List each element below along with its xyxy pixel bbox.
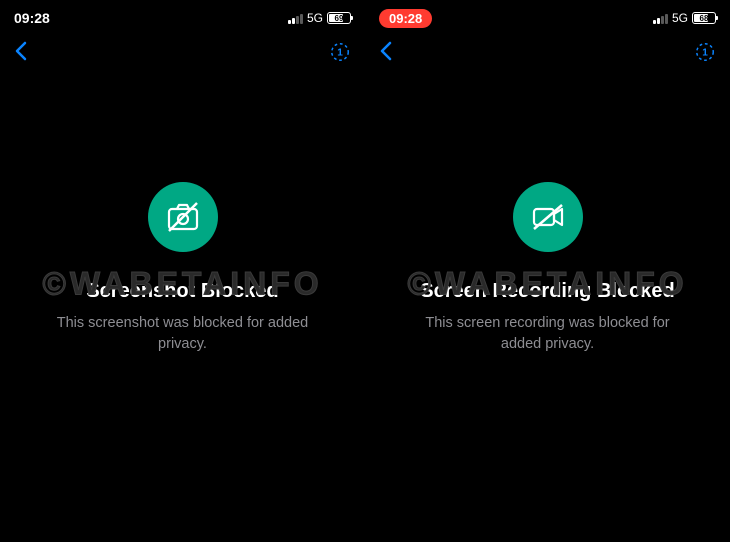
battery-pct: 69	[335, 14, 344, 23]
svg-text:1: 1	[337, 47, 343, 58]
status-time-recording-pill[interactable]: 09:28	[379, 9, 432, 28]
signal-icon	[653, 13, 668, 24]
camera-blocked-icon	[148, 182, 218, 252]
status-bar: 09:28 5G 68	[365, 6, 730, 30]
status-bar: 09:28 5G 69	[0, 6, 365, 30]
screenshot-blocked-pane: 09:28 5G 69 1 ©WABETAINFO	[0, 0, 365, 542]
battery-icon: 69	[327, 12, 351, 24]
battery-pct: 68	[700, 14, 709, 23]
view-once-timer-icon[interactable]: 1	[694, 41, 716, 68]
block-description: This screen recording was blocked for ad…	[408, 313, 688, 354]
back-icon[interactable]	[14, 41, 28, 67]
video-blocked-icon	[513, 182, 583, 252]
content-area: ©WABETAINFO Screenshot Blocked This scre…	[0, 74, 365, 542]
network-label: 5G	[307, 11, 323, 25]
view-once-timer-icon[interactable]: 1	[329, 41, 351, 68]
battery-icon: 68	[692, 12, 716, 24]
network-label: 5G	[672, 11, 688, 25]
block-title: Screenshot Blocked	[86, 280, 278, 303]
content-area: ©WABETAINFO Screen Recording Blocked Thi…	[365, 74, 730, 542]
status-right: 5G 68	[653, 11, 716, 25]
block-description: This screenshot was blocked for added pr…	[43, 313, 323, 354]
svg-text:1: 1	[702, 47, 708, 58]
back-icon[interactable]	[379, 41, 393, 67]
nav-bar: 1	[0, 34, 365, 74]
block-title: Screen Recording Blocked	[420, 280, 675, 303]
recording-blocked-pane: 09:28 5G 68 1 ©WABETAINFO	[365, 0, 730, 542]
status-time: 09:28	[14, 10, 50, 26]
signal-icon	[288, 13, 303, 24]
nav-bar: 1	[365, 34, 730, 74]
status-right: 5G 69	[288, 11, 351, 25]
